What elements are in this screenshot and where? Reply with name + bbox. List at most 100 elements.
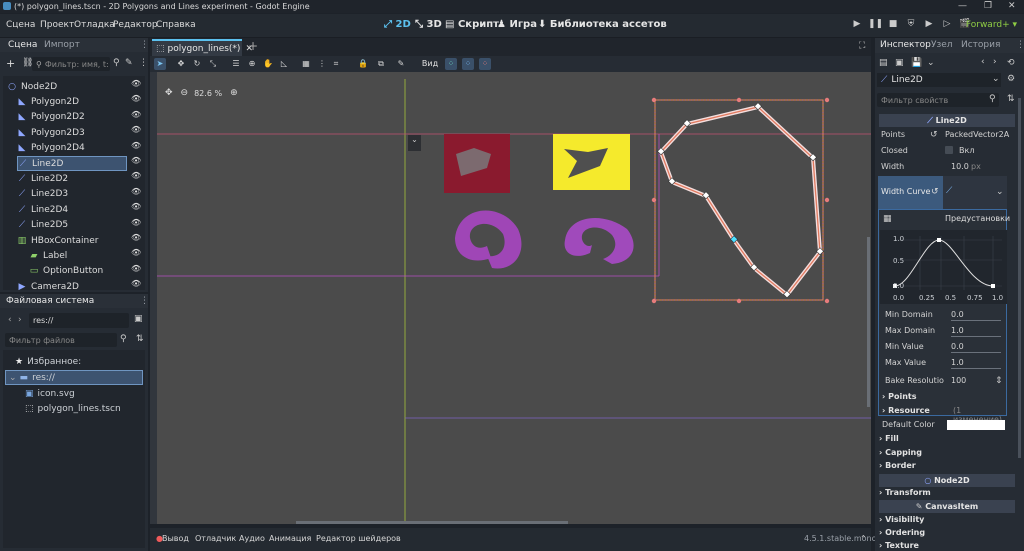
panel-toggle-icon[interactable]: ⌃ [860,534,867,543]
resource-section[interactable]: › Resource [882,406,930,415]
min-value-slider[interactable] [951,352,1001,353]
selected-node-field[interactable]: ⟋ Line2D [877,73,1001,87]
tab-debugger[interactable]: Отладчик [195,534,236,543]
tab-animation[interactable]: Анимация [269,534,311,543]
dock-menu-icon[interactable]: ⋮ [140,296,149,306]
tree-node-polygon2d2[interactable]: ◣ Polygon2D2 [17,110,85,125]
workspace-3d-button[interactable]: ⤡ 3D [415,19,442,30]
tree-node-hboxcontainer[interactable]: ▥ HBoxContainer [17,233,99,248]
split-view-icon[interactable]: ▣ [134,314,143,324]
search-icon[interactable]: ⚲ [989,94,996,104]
transform-section[interactable]: › Transform [879,488,931,497]
polygon2d4-curl[interactable] [564,218,634,264]
tree-node-line2d[interactable]: ⟋ Line2D [17,156,127,171]
points-value[interactable]: PackedVector2A [945,130,1009,139]
presets-menu[interactable]: Предустановки [945,214,1010,223]
visibility-eye-icon[interactable]: 👁 [131,264,141,273]
menu-project[interactable]: Проект [40,20,74,30]
tab-history[interactable]: История [961,40,1000,50]
delete-point-icon[interactable]: ⁘ [479,58,491,70]
width-curve-label-box[interactable]: Width Curve ↺ [878,176,943,209]
border-section[interactable]: › Border [879,461,916,470]
revert-icon[interactable]: ↺ [931,187,939,197]
add-node-icon[interactable]: + [6,57,15,70]
script-icon[interactable]: ✎ [125,58,133,68]
v-scrollbar[interactable] [867,237,870,407]
visibility-section[interactable]: › Visibility [879,515,924,524]
min-value-value[interactable]: 0.0 [951,342,964,351]
pan-tool-icon[interactable]: ✋ [262,58,274,70]
dock-menu-icon[interactable]: ⋮ [140,40,149,50]
default-color-swatch[interactable] [947,420,1005,430]
close-icon[interactable]: ✕ [1008,1,1016,11]
tab-scene[interactable]: Сцена [8,40,37,50]
visibility-eye-icon[interactable]: 👁 [131,156,141,165]
tab-output[interactable]: Вывод [162,534,189,543]
zoom-in-icon[interactable]: ⊕ [230,88,238,98]
search-icon[interactable]: ⚲ [120,334,127,344]
tab-inspector[interactable]: Инспектор [880,40,931,50]
workspace-2d-button[interactable]: ⤢ 2D [384,19,411,30]
new-resource-icon[interactable]: ▤ [879,58,888,68]
line2d-points[interactable] [657,102,824,299]
select-tool-icon[interactable]: ➤ [154,58,166,70]
visibility-eye-icon[interactable]: 👁 [131,233,141,242]
group-icon[interactable]: ⧉ [375,58,387,70]
workspace-script-button[interactable]: ▤ Скрипт [445,19,499,30]
file-filter-input[interactable]: Фильтр файлов [5,333,117,347]
visibility-eye-icon[interactable]: 👁 [131,171,141,180]
play-icon[interactable]: ▶ [850,19,864,33]
grid-snap-icon[interactable]: ▦ [300,58,312,70]
grid-icon[interactable]: ▦ [883,214,892,224]
max-domain-value[interactable]: 1.0 [951,326,964,335]
play-scene-icon[interactable]: ▶ [922,19,936,33]
max-value-value[interactable]: 1.0 [951,358,964,367]
search-icon[interactable]: ⚲ [113,58,120,68]
add-point-icon[interactable]: ⁘ [462,58,474,70]
sort-icon[interactable]: ⇅ [136,334,144,344]
ruler-tool-icon[interactable]: ◺ [278,58,290,70]
chevron-down-icon[interactable]: ⌄ [996,187,1004,197]
texture-section[interactable]: › Texture [879,541,919,550]
menu-scene[interactable]: Сцена [6,20,35,30]
scale-tool-icon[interactable]: ⤡ [207,58,219,70]
menu-editor[interactable]: Редактор [113,20,158,30]
property-filter-input[interactable]: Фильтр свойств [877,93,999,107]
inspector-scrollbar[interactable] [1018,98,1021,458]
snap-options-icon[interactable]: ⋮ [316,58,328,70]
min-domain-slider[interactable] [951,320,1001,321]
width-value[interactable]: 10.0 [951,162,969,171]
visibility-eye-icon[interactable]: 👁 [131,94,141,103]
resource-menu-icon[interactable]: ⌄ [927,58,935,68]
visibility-eye-icon[interactable]: 👁 [131,125,141,134]
play-custom-icon[interactable]: ▷ [940,19,954,33]
lock-icon[interactable]: 🔒 [357,58,369,70]
polygon2d3-curl[interactable] [455,210,522,269]
fill-section[interactable]: › Fill [879,434,899,443]
distraction-free-icon[interactable]: ⛶ [859,41,865,51]
visibility-eye-icon[interactable]: 👁 [131,141,141,150]
scene-filter-input[interactable]: ⚲ Фильтр: имя, t: [32,57,110,71]
forward-icon[interactable]: › [18,315,22,325]
history-forward-icon[interactable]: › [993,57,997,67]
maximize-icon[interactable]: ❐ [984,1,992,11]
add-tab-icon[interactable]: + [248,39,258,53]
max-domain-slider[interactable] [951,336,1001,337]
object-history-icon[interactable]: ⟲ [1007,58,1015,68]
tree-node-polygon2d4[interactable]: ◣ Polygon2D4 [17,141,85,156]
smart-snap-icon[interactable]: ⌗ [330,58,342,70]
view-menu[interactable]: Вид [419,58,441,70]
move-tool-icon[interactable]: ✥ [175,58,187,70]
workspace-assetlib-button[interactable]: ⬇ Библиотека ассетов [538,19,667,30]
bake-resolution-value[interactable]: 100 [951,376,966,385]
tree-node-optionbutton[interactable]: ▭ OptionButton [29,264,103,279]
tree-node-line2d3[interactable]: ⟋ Line2D3 [17,187,68,202]
tree-node-line2d2[interactable]: ⟋ Line2D2 [17,171,68,186]
pivot-tool-icon[interactable]: ⊕ [246,58,258,70]
stop-icon[interactable]: ■ [886,19,900,33]
tree-node-line2d4[interactable]: ⟋ Line2D4 [17,202,68,217]
load-resource-icon[interactable]: ▣ [895,58,904,68]
min-domain-value[interactable]: 0.0 [951,310,964,319]
history-back-icon[interactable]: ‹ [981,57,985,67]
h-scrollbar[interactable] [296,521,568,524]
